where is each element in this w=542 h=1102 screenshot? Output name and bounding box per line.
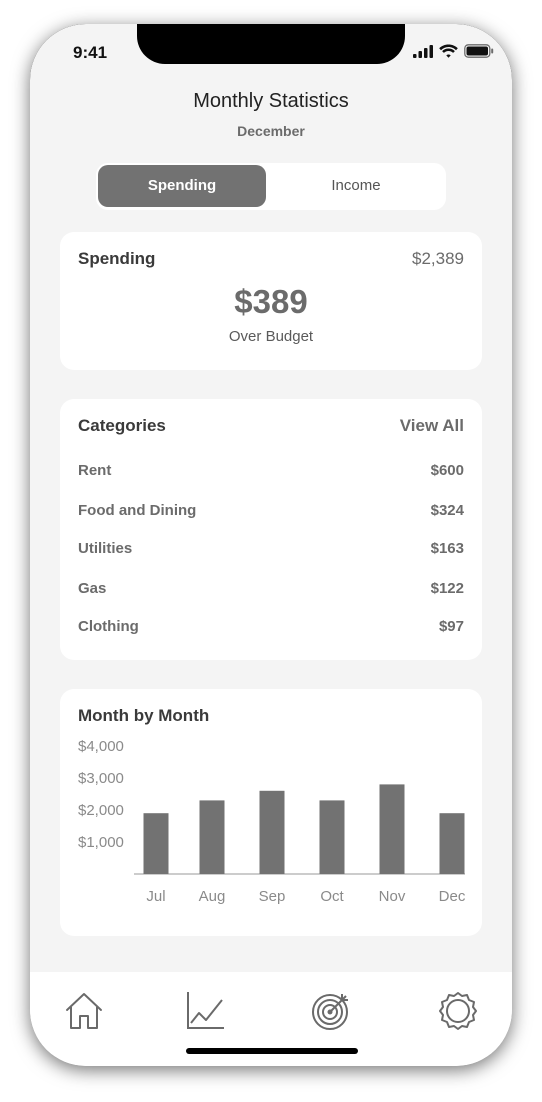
device-notch (137, 24, 405, 64)
spending-amount: $389 (234, 283, 308, 320)
chart-bar-jul (143, 813, 169, 874)
list-item[interactable]: Utilities $163 (78, 540, 464, 560)
category-amount: $163 (430, 540, 464, 557)
month-by-month-chart: $1,000 $2,000 $3,000 $4,000 Jul Aug Sep Oct Nov D… (78, 738, 466, 905)
list-item[interactable]: Clothing $97 (78, 618, 464, 638)
x-tick-label: Jul (146, 888, 165, 905)
x-tick-label: Oct (320, 888, 344, 905)
y-tick-label: $4,000 (78, 738, 124, 755)
x-tick-label: Aug (199, 888, 226, 905)
category-name: Food and Dining (78, 502, 197, 519)
x-tick-label: Nov (379, 888, 406, 905)
category-amount: $324 (430, 502, 464, 519)
segment-income[interactable]: Income (270, 165, 442, 207)
chart-card: Month by Month $1,000 $2,000 $3,000 $4,000 J… (60, 689, 482, 936)
chart-bar-dec (439, 813, 465, 874)
category-amount: $97 (438, 618, 464, 635)
y-tick-label: $3,000 (78, 770, 124, 787)
view-all-link[interactable]: View All (400, 416, 464, 436)
category-name: Utilities (78, 540, 133, 557)
wifi-icon (439, 44, 458, 58)
chart-bar-aug (199, 800, 225, 874)
spending-card: Spending $2,389 $389 Over Budget (60, 232, 482, 370)
app-screen: 9:41 Monthly Statistics December Spendin… (30, 24, 512, 1066)
category-name: Clothing (78, 618, 139, 635)
y-tick-label: $1,000 (78, 834, 124, 851)
settings-icon[interactable] (437, 990, 479, 1032)
category-name: Gas (78, 580, 107, 597)
target-icon[interactable] (310, 990, 352, 1032)
chart-bar-oct (319, 800, 345, 874)
list-item[interactable]: Rent $600 (78, 462, 464, 482)
x-tick-label: Sep (259, 888, 286, 905)
budget-status: Over Budget (228, 328, 314, 345)
battery-icon (464, 44, 494, 58)
page-subtitle: December (237, 123, 305, 139)
y-tick-label: $2,000 (78, 802, 124, 819)
category-amount: $600 (430, 462, 464, 479)
category-name: Rent (78, 462, 112, 479)
segment-spending[interactable]: Spending (98, 165, 266, 207)
segmented-control: Spending Income (96, 163, 446, 210)
chart-bar-nov (379, 784, 405, 874)
cellular-signal-icon (413, 44, 433, 58)
category-amount: $122 (430, 580, 464, 597)
home-icon[interactable] (63, 990, 105, 1032)
chart-icon[interactable] (185, 990, 227, 1032)
spending-card-title: Spending (78, 249, 156, 268)
list-item[interactable]: Gas $122 (78, 580, 464, 600)
x-tick-label: Dec (439, 888, 466, 905)
categories-card-title: Categories (78, 416, 166, 435)
page-title: Monthly Statistics (193, 90, 349, 112)
home-indicator[interactable] (186, 1048, 358, 1054)
list-item[interactable]: Food and Dining $324 (78, 502, 464, 522)
categories-card: Categories View All Rent $600 Food and D… (60, 399, 482, 660)
status-icons (413, 44, 494, 58)
spending-total: $2,389 (412, 249, 464, 268)
chart-bar-sep (259, 790, 285, 874)
status-time: 9:41 (73, 43, 108, 62)
